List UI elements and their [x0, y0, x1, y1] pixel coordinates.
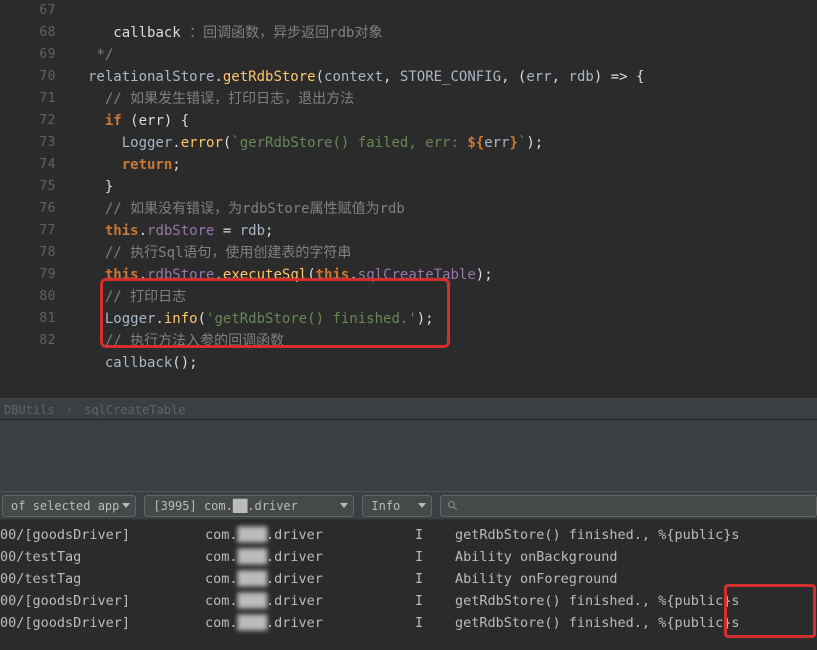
app-filter-label: of selected app	[11, 499, 119, 513]
code-editor[interactable]: 67 68 69 70 71 72 73 74 75 76 77 78 79 8…	[0, 0, 817, 398]
process-filter-label: [3995] com.██.driver	[153, 499, 298, 513]
log-output[interactable]: 00/[goodsDriver]com.████.driverIgetRdbSt…	[0, 520, 817, 650]
breadcrumb[interactable]: DBUtils › sqlCreateTable	[0, 398, 817, 420]
log-search-input[interactable]	[440, 495, 817, 517]
log-row: 00/[goodsDriver]com.████.driverIgetRdbSt…	[0, 590, 817, 612]
log-row: 00/[goodsDriver]com.████.driverIgetRdbSt…	[0, 524, 817, 546]
line-number-gutter: 67 68 69 70 71 72 73 74 75 76 77 78 79 8…	[0, 0, 72, 398]
log-row: 00/[goodsDriver]com.████.driverIgetRdbSt…	[0, 612, 817, 634]
process-filter-dropdown[interactable]: [3995] com.██.driver	[144, 495, 354, 517]
loglevel-filter-dropdown[interactable]: Info	[362, 495, 432, 517]
app-filter-dropdown[interactable]: of selected app	[2, 495, 136, 517]
chevron-down-icon	[340, 503, 348, 508]
log-row: 00/testTagcom.████.driverIAbility onFore…	[0, 568, 817, 590]
chevron-down-icon	[418, 503, 426, 508]
log-row: 00/testTagcom.████.driverIAbility onBack…	[0, 546, 817, 568]
breadcrumb-item[interactable]: sqlCreateTable	[84, 403, 185, 417]
breadcrumb-item[interactable]: DBUtils	[4, 403, 55, 417]
chevron-down-icon	[122, 503, 130, 508]
code-area[interactable]: callback ：回调函数，异步返回rdb对象 */ relationalSt…	[72, 0, 817, 398]
log-filter-bar: of selected app [3995] com.██.driver Inf…	[0, 492, 817, 520]
chevron-right-icon: ›	[66, 403, 73, 417]
panel-splitter[interactable]	[0, 420, 817, 492]
search-icon	[447, 500, 459, 512]
loglevel-filter-label: Info	[371, 499, 400, 513]
